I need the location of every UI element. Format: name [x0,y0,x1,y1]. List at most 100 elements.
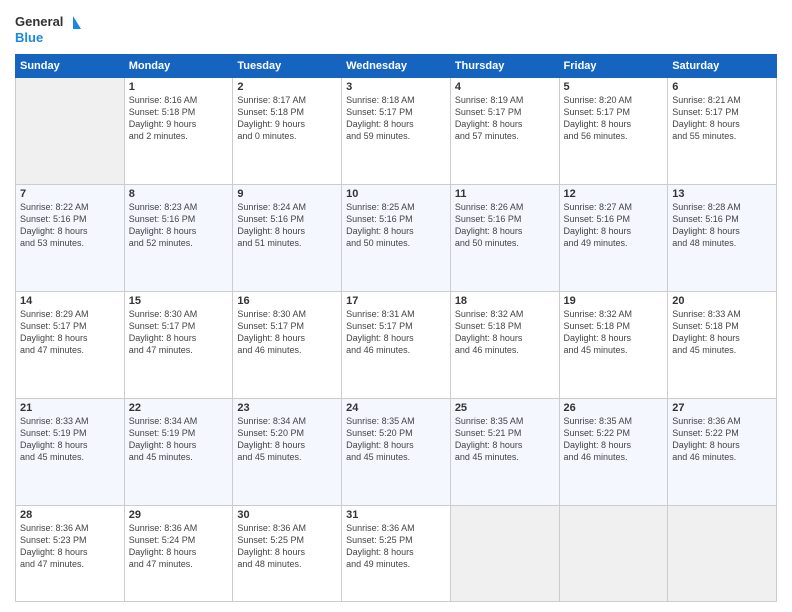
cell-content: Sunrise: 8:32 AMSunset: 5:18 PMDaylight:… [564,308,664,357]
cell-content: Sunrise: 8:25 AMSunset: 5:16 PMDaylight:… [346,201,446,250]
day-number: 16 [237,295,337,307]
calendar-cell: 20Sunrise: 8:33 AMSunset: 5:18 PMDayligh… [668,291,777,398]
header-row: SundayMondayTuesdayWednesdayThursdayFrid… [16,55,777,78]
calendar-cell: 5Sunrise: 8:20 AMSunset: 5:17 PMDaylight… [559,78,668,185]
day-number: 13 [672,188,772,200]
calendar-cell: 14Sunrise: 8:29 AMSunset: 5:17 PMDayligh… [16,291,125,398]
calendar-cell: 27Sunrise: 8:36 AMSunset: 5:22 PMDayligh… [668,398,777,505]
calendar-table: SundayMondayTuesdayWednesdayThursdayFrid… [15,54,777,602]
calendar-cell: 16Sunrise: 8:30 AMSunset: 5:17 PMDayligh… [233,291,342,398]
cell-content: Sunrise: 8:19 AMSunset: 5:17 PMDaylight:… [455,94,555,143]
cell-content: Sunrise: 8:26 AMSunset: 5:16 PMDaylight:… [455,201,555,250]
calendar-cell: 13Sunrise: 8:28 AMSunset: 5:16 PMDayligh… [668,184,777,291]
cell-content: Sunrise: 8:34 AMSunset: 5:20 PMDaylight:… [237,415,337,464]
calendar-cell: 8Sunrise: 8:23 AMSunset: 5:16 PMDaylight… [124,184,233,291]
day-header-saturday: Saturday [668,55,777,78]
calendar-cell: 23Sunrise: 8:34 AMSunset: 5:20 PMDayligh… [233,398,342,505]
calendar-cell: 30Sunrise: 8:36 AMSunset: 5:25 PMDayligh… [233,505,342,601]
calendar-cell: 26Sunrise: 8:35 AMSunset: 5:22 PMDayligh… [559,398,668,505]
calendar-cell: 19Sunrise: 8:32 AMSunset: 5:18 PMDayligh… [559,291,668,398]
cell-content: Sunrise: 8:27 AMSunset: 5:16 PMDaylight:… [564,201,664,250]
day-number: 22 [129,402,229,414]
day-number: 25 [455,402,555,414]
day-number: 19 [564,295,664,307]
calendar-cell: 7Sunrise: 8:22 AMSunset: 5:16 PMDaylight… [16,184,125,291]
cell-content: Sunrise: 8:36 AMSunset: 5:25 PMDaylight:… [237,522,337,571]
calendar-week: 21Sunrise: 8:33 AMSunset: 5:19 PMDayligh… [16,398,777,505]
calendar-cell: 29Sunrise: 8:36 AMSunset: 5:24 PMDayligh… [124,505,233,601]
calendar-cell [559,505,668,601]
day-number: 21 [20,402,120,414]
cell-content: Sunrise: 8:35 AMSunset: 5:22 PMDaylight:… [564,415,664,464]
day-number: 1 [129,81,229,93]
cell-content: Sunrise: 8:23 AMSunset: 5:16 PMDaylight:… [129,201,229,250]
logo: General Blue [15,10,85,48]
cell-content: Sunrise: 8:29 AMSunset: 5:17 PMDaylight:… [20,308,120,357]
day-number: 11 [455,188,555,200]
svg-text:Blue: Blue [15,30,43,45]
cell-content: Sunrise: 8:21 AMSunset: 5:17 PMDaylight:… [672,94,772,143]
day-number: 2 [237,81,337,93]
calendar-cell: 31Sunrise: 8:36 AMSunset: 5:25 PMDayligh… [342,505,451,601]
calendar-week: 14Sunrise: 8:29 AMSunset: 5:17 PMDayligh… [16,291,777,398]
cell-content: Sunrise: 8:34 AMSunset: 5:19 PMDaylight:… [129,415,229,464]
day-number: 5 [564,81,664,93]
day-number: 15 [129,295,229,307]
day-number: 3 [346,81,446,93]
day-number: 24 [346,402,446,414]
cell-content: Sunrise: 8:22 AMSunset: 5:16 PMDaylight:… [20,201,120,250]
cell-content: Sunrise: 8:35 AMSunset: 5:20 PMDaylight:… [346,415,446,464]
calendar-cell: 15Sunrise: 8:30 AMSunset: 5:17 PMDayligh… [124,291,233,398]
cell-content: Sunrise: 8:33 AMSunset: 5:19 PMDaylight:… [20,415,120,464]
day-number: 20 [672,295,772,307]
calendar-week: 1Sunrise: 8:16 AMSunset: 5:18 PMDaylight… [16,78,777,185]
day-number: 14 [20,295,120,307]
cell-content: Sunrise: 8:17 AMSunset: 5:18 PMDaylight:… [237,94,337,143]
day-number: 18 [455,295,555,307]
day-header-friday: Friday [559,55,668,78]
cell-content: Sunrise: 8:30 AMSunset: 5:17 PMDaylight:… [237,308,337,357]
calendar-cell: 11Sunrise: 8:26 AMSunset: 5:16 PMDayligh… [450,184,559,291]
cell-content: Sunrise: 8:18 AMSunset: 5:17 PMDaylight:… [346,94,446,143]
day-number: 28 [20,509,120,521]
day-number: 17 [346,295,446,307]
cell-content: Sunrise: 8:35 AMSunset: 5:21 PMDaylight:… [455,415,555,464]
cell-content: Sunrise: 8:30 AMSunset: 5:17 PMDaylight:… [129,308,229,357]
cell-content: Sunrise: 8:16 AMSunset: 5:18 PMDaylight:… [129,94,229,143]
calendar-cell: 24Sunrise: 8:35 AMSunset: 5:20 PMDayligh… [342,398,451,505]
calendar-cell: 17Sunrise: 8:31 AMSunset: 5:17 PMDayligh… [342,291,451,398]
page: General Blue SundayMondayTuesdayWednesda… [0,0,792,612]
cell-content: Sunrise: 8:36 AMSunset: 5:23 PMDaylight:… [20,522,120,571]
day-header-sunday: Sunday [16,55,125,78]
calendar-cell: 3Sunrise: 8:18 AMSunset: 5:17 PMDaylight… [342,78,451,185]
day-number: 29 [129,509,229,521]
day-header-thursday: Thursday [450,55,559,78]
calendar-cell: 22Sunrise: 8:34 AMSunset: 5:19 PMDayligh… [124,398,233,505]
cell-content: Sunrise: 8:24 AMSunset: 5:16 PMDaylight:… [237,201,337,250]
cell-content: Sunrise: 8:28 AMSunset: 5:16 PMDaylight:… [672,201,772,250]
day-number: 23 [237,402,337,414]
day-number: 9 [237,188,337,200]
day-number: 12 [564,188,664,200]
day-number: 7 [20,188,120,200]
calendar-cell [668,505,777,601]
calendar-cell: 10Sunrise: 8:25 AMSunset: 5:16 PMDayligh… [342,184,451,291]
calendar-week: 7Sunrise: 8:22 AMSunset: 5:16 PMDaylight… [16,184,777,291]
calendar-cell: 6Sunrise: 8:21 AMSunset: 5:17 PMDaylight… [668,78,777,185]
day-number: 27 [672,402,772,414]
calendar-cell: 21Sunrise: 8:33 AMSunset: 5:19 PMDayligh… [16,398,125,505]
day-number: 26 [564,402,664,414]
header: General Blue [15,10,777,48]
calendar-cell [16,78,125,185]
calendar-cell: 4Sunrise: 8:19 AMSunset: 5:17 PMDaylight… [450,78,559,185]
day-number: 6 [672,81,772,93]
cell-content: Sunrise: 8:36 AMSunset: 5:22 PMDaylight:… [672,415,772,464]
logo-svg: General Blue [15,10,85,48]
cell-content: Sunrise: 8:33 AMSunset: 5:18 PMDaylight:… [672,308,772,357]
cell-content: Sunrise: 8:36 AMSunset: 5:24 PMDaylight:… [129,522,229,571]
calendar-cell: 9Sunrise: 8:24 AMSunset: 5:16 PMDaylight… [233,184,342,291]
day-number: 30 [237,509,337,521]
calendar-cell: 2Sunrise: 8:17 AMSunset: 5:18 PMDaylight… [233,78,342,185]
day-header-monday: Monday [124,55,233,78]
calendar-cell: 25Sunrise: 8:35 AMSunset: 5:21 PMDayligh… [450,398,559,505]
